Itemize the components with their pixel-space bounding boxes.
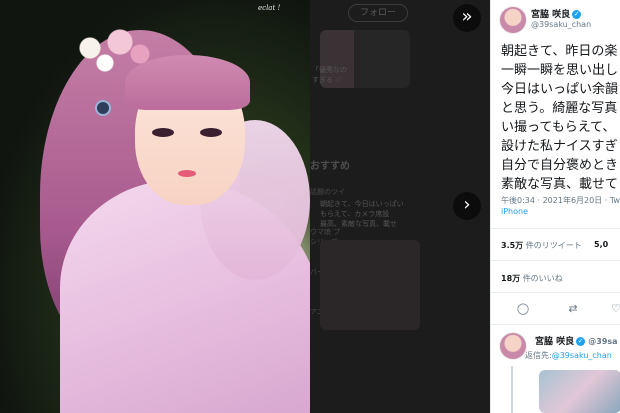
collapse-icon[interactable]: »: [453, 4, 481, 32]
like-icon[interactable]: ♡: [609, 302, 620, 316]
tweet-photo[interactable]: eclat !: [0, 0, 310, 413]
next-arrow-icon[interactable]: ›: [453, 192, 481, 220]
ghost-line: もらえて、カメラ席設: [320, 210, 390, 218]
author-name-text: 宮脇 咲良: [531, 10, 571, 20]
retweet-label: 件のリツイート: [525, 241, 582, 250]
ghost-line: 「優秀なの: [312, 66, 347, 74]
reply-avatar[interactable]: [499, 332, 527, 360]
ghost-line: 朝起きて、今日はいっぱい: [320, 200, 404, 208]
reply-media-thumbnail[interactable]: [539, 370, 620, 413]
divider: [491, 228, 620, 229]
ghost-photo: [320, 240, 420, 330]
in-ear-monitor: [95, 100, 111, 116]
reply-icon[interactable]: ◯: [516, 302, 530, 316]
right-eye: [200, 128, 222, 137]
quote-number: 5,0: [594, 240, 609, 249]
trend-section: 話題のツイ: [310, 188, 345, 196]
verified-badge-icon: ✓: [576, 337, 586, 346]
reply-to-handle[interactable]: @39saku_chan: [552, 351, 612, 360]
tweet-text: 朝起きて、昨日の楽 一瞬一瞬を思い出し 今日はいっぱい余韻 と思う。綺麗な写真 …: [501, 42, 620, 194]
photo-watermark: eclat !: [258, 4, 281, 12]
tweet-line: 一瞬一瞬を思い出し: [501, 63, 619, 78]
divider: [491, 260, 620, 261]
tweet-detail-panel: 宮脇 咲良 ✓ @39saku_chan 朝起きて、昨日の楽 一瞬一瞬を思い出し …: [490, 0, 620, 413]
trend-section: ウマ娘 プ: [310, 228, 341, 236]
ghost-line: すぎる ☆: [312, 76, 342, 84]
tweet-line: と思う。綺麗な写真: [501, 101, 618, 116]
lips: [178, 170, 196, 177]
author-name[interactable]: 宮脇 咲良 ✓: [531, 7, 582, 20]
tweet-line: 朝起きて、昨日の楽: [501, 44, 618, 59]
avatar[interactable]: [499, 6, 527, 34]
reply-to-line: 返信先:@39saku_chan: [525, 350, 612, 361]
verified-badge-icon: ✓: [572, 10, 582, 19]
divider: [491, 324, 620, 325]
left-eye: [152, 128, 174, 137]
divider: [491, 292, 620, 293]
retweet-number: 3.5万: [501, 241, 524, 250]
recommend-header: おすすめ: [310, 161, 350, 172]
tweet-timestamp[interactable]: 午後0:34 · 2021年6月20日 · Tw: [501, 195, 620, 206]
tweet-line: 今日はいっぱい余韻: [501, 82, 619, 97]
like-count[interactable]: 18万 件のいいね: [501, 273, 563, 284]
reply-prefix: 返信先:: [525, 351, 552, 360]
tweet-line: 自分で自分褒めとき: [501, 158, 619, 173]
tweet-line: い撮ってもらえて、: [501, 120, 616, 135]
image-viewer: eclat ! フォロー 「優秀なの すぎる ☆ おすすめ 朝起きて、今日はいっ…: [0, 0, 620, 413]
tweet-client[interactable]: iPhone: [501, 207, 528, 216]
retweet-count[interactable]: 3.5万 件のリツイート: [501, 240, 582, 251]
quote-count[interactable]: 5,0: [594, 240, 608, 249]
follow-button: フォロー: [348, 4, 408, 22]
reply-author-name-text: 宮脇 咲良: [535, 337, 575, 347]
flower-headpiece: [60, 18, 160, 78]
retweet-icon[interactable]: ⇄: [566, 302, 580, 316]
thread-line: [511, 366, 513, 413]
reply-author-handle: @39sa: [588, 337, 618, 346]
author-handle[interactable]: @39saku_chan: [531, 20, 591, 29]
tweet-line: 素敵な写真、載せて: [501, 177, 619, 192]
reply-author-name[interactable]: 宮脇 咲良 ✓ @39sa: [535, 334, 618, 347]
tweet-line: 設けた私ナイスすぎ: [501, 139, 618, 154]
like-label: 件のいいね: [522, 274, 563, 283]
like-number: 18万: [501, 274, 521, 283]
